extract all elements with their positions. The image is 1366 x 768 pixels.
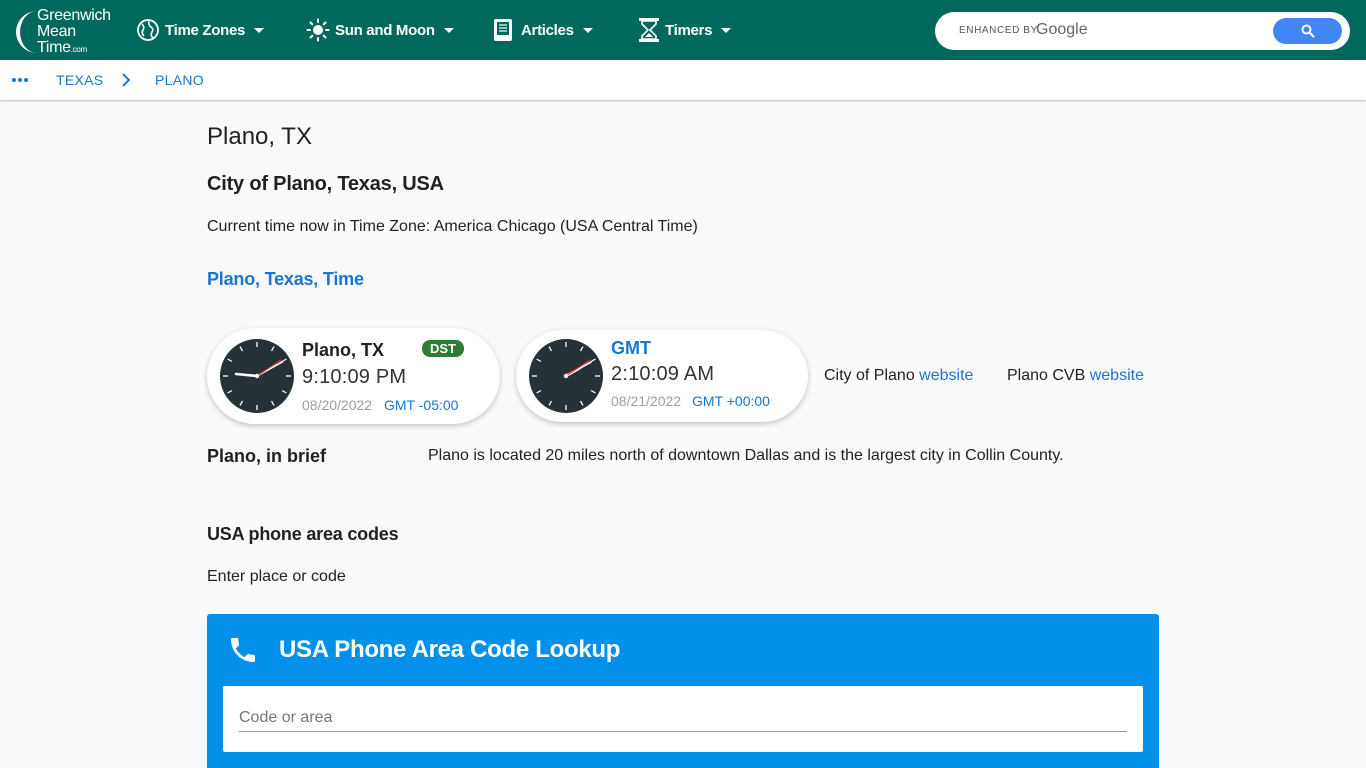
site-search-box[interactable]: ENHANCED BY Google [935, 12, 1350, 50]
analog-clock-icon [529, 339, 603, 413]
city-website-link[interactable]: website [919, 367, 973, 384]
city-website-info: City of Plano website [824, 367, 974, 384]
site-logo[interactable]: Greenwich Mean Time.com [15, 7, 125, 56]
area-codes-heading: USA phone area codes [207, 524, 399, 544]
chevron-down-icon [721, 27, 732, 33]
search-enhanced-by-label: ENHANCED BY [959, 25, 1038, 36]
breadcrumb-item-texas[interactable]: TEXAS [56, 72, 103, 88]
lookup-title: USA Phone Area Code Lookup [279, 636, 621, 663]
nav-articles[interactable]: Articles [492, 17, 593, 43]
clock-time: 2:10:09 AM [611, 363, 715, 385]
logo-text: Greenwich Mean Time.com [37, 7, 111, 56]
clock-city-name: Plano, TX [302, 340, 385, 360]
clock-date: 08/20/2022 [302, 397, 373, 413]
clock-card-gmt[interactable]: GMT 2:10:09 AM 08/21/2022 GMT +00:00 [516, 330, 808, 422]
chevron-down-icon [254, 27, 265, 33]
book-icon [494, 19, 512, 41]
phone-icon [231, 638, 255, 662]
area-codes-prompt: Enter place or code [207, 568, 346, 585]
chevron-right-icon [122, 73, 131, 87]
city-time-link[interactable]: Plano, Texas, Time [207, 269, 364, 290]
nav-time-zones[interactable]: Time Zones [136, 17, 265, 43]
globe-icon [137, 19, 159, 41]
search-icon [1301, 24, 1315, 38]
area-code-lookup-panel: USA Phone Area Code Lookup [207, 614, 1159, 768]
dst-badge: DST [422, 340, 464, 357]
cvb-website-info: Plano CVB website [1007, 367, 1144, 384]
search-button[interactable] [1273, 18, 1342, 44]
top-navigation-bar: Greenwich Mean Time.com Time Zones Sun a… [0, 0, 1366, 60]
page-subtitle: City of Plano, Texas, USA [207, 173, 444, 195]
breadcrumb: TEXAS PLANO [0, 60, 1366, 100]
brief-heading: Plano, in brief [207, 446, 327, 466]
page-title: Plano, TX [207, 123, 312, 150]
cvb-website-link[interactable]: website [1090, 367, 1144, 384]
clock-time: 9:10:09 PM [302, 366, 407, 388]
nav-timers[interactable]: Timers [638, 17, 732, 43]
clock-date: 08/21/2022 [611, 393, 682, 409]
google-brand-label: Google [1036, 21, 1088, 38]
hourglass-icon [639, 18, 659, 42]
clock-offset: GMT -05:00 [384, 397, 459, 413]
clock-city-name[interactable]: GMT [611, 338, 651, 359]
lookup-field-container [223, 686, 1143, 752]
clock-offset: GMT +00:00 [692, 393, 770, 409]
chevron-down-icon [582, 27, 593, 33]
nav-sun-and-moon[interactable]: Sun and Moon [306, 17, 454, 43]
brief-text: Plano is located 20 miles north of downt… [428, 447, 1064, 464]
sun-icon [306, 18, 330, 42]
area-code-input[interactable] [239, 704, 1127, 732]
breadcrumb-item-plano[interactable]: PLANO [155, 72, 204, 88]
timezone-description: Current time now in Time Zone: America C… [207, 218, 698, 235]
more-icon[interactable] [12, 78, 28, 82]
chevron-down-icon [443, 27, 454, 33]
analog-clock-icon [220, 339, 294, 413]
clock-card-local[interactable]: Plano, TX DST 9:10:09 PM 08/20/2022 GMT … [207, 328, 500, 424]
